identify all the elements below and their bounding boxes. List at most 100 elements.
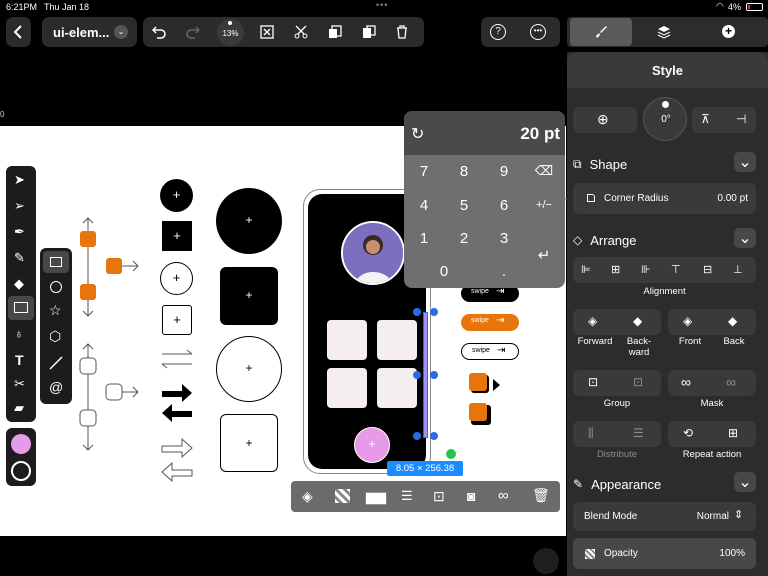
swipe-pill-outline[interactable]: swipe ⇥ xyxy=(461,343,519,360)
help-icon[interactable]: ? xyxy=(490,24,506,40)
key-4[interactable]: 4 xyxy=(409,197,439,214)
copy-icon[interactable] xyxy=(328,25,342,39)
grid-tile[interactable] xyxy=(377,368,417,408)
backward-icon[interactable]: ◆ xyxy=(633,314,642,328)
key-3[interactable]: 3 xyxy=(489,230,519,247)
backspace-icon[interactable]: ⌫ xyxy=(529,163,559,179)
swap-arrows-outline[interactable] xyxy=(160,436,194,484)
arrange-section-header[interactable]: ◇ Arrange ⌄ xyxy=(573,228,756,252)
paste-icon[interactable] xyxy=(362,25,376,39)
arrow-group-1[interactable] xyxy=(70,216,140,326)
key-1[interactable]: 1 xyxy=(409,230,439,247)
grid-tile[interactable] xyxy=(377,320,417,360)
front-icon[interactable]: ◈ xyxy=(683,314,692,328)
rectangle-tool[interactable] xyxy=(8,296,34,320)
key-7[interactable]: 7 xyxy=(409,163,439,180)
corner-icon[interactable]: ◙ xyxy=(467,488,475,504)
swipe-pill-orange[interactable]: swipe ⇥ xyxy=(461,314,519,331)
layers-icon[interactable]: ◈ xyxy=(302,488,313,505)
distribute-vertical-icon[interactable]: ☰ xyxy=(633,426,644,440)
trash-icon[interactable]: 🗑 xyxy=(532,487,550,504)
mask-icon[interactable]: ∞ xyxy=(498,487,509,504)
key-0[interactable]: 0 xyxy=(429,263,459,280)
line-icon[interactable] xyxy=(49,356,63,370)
key-9[interactable]: 9 xyxy=(489,163,519,180)
shape-section-header[interactable]: ⧉ Shape ⌄ xyxy=(573,152,756,176)
repeat-icon[interactable]: ⟲ xyxy=(683,426,693,440)
scroll-knob[interactable] xyxy=(533,548,559,574)
align-center-icon[interactable]: ⊞ xyxy=(611,263,620,276)
align-bottom-icon[interactable]: ⊥ xyxy=(733,263,743,276)
back-button[interactable] xyxy=(6,17,31,47)
swap-arrows-bold[interactable] xyxy=(160,381,194,425)
stack-icon[interactable]: ☰ xyxy=(401,488,413,504)
back-icon[interactable]: ◆ xyxy=(728,314,737,328)
key-6[interactable]: 6 xyxy=(489,197,519,214)
grid-tile[interactable] xyxy=(327,368,367,408)
rotate-handle[interactable] xyxy=(446,449,456,459)
large-square-outline[interactable]: + xyxy=(220,414,278,472)
redo-icon[interactable] xyxy=(186,25,200,39)
fill-color-swatch[interactable] xyxy=(11,434,31,454)
stroke-color-swatch[interactable] xyxy=(11,461,31,481)
align-top-icon[interactable]: ⊤ xyxy=(671,263,681,276)
rotation-dial[interactable]: 0° xyxy=(643,97,687,141)
brush-tool-icon[interactable]: ✎ xyxy=(14,250,25,266)
key-2[interactable]: 2 xyxy=(449,230,479,247)
undo-icon[interactable] xyxy=(152,25,166,39)
hexagon-icon[interactable]: ⬡ xyxy=(49,328,61,345)
arrow-group-2[interactable] xyxy=(76,342,140,452)
swap-arrows-thin[interactable] xyxy=(160,348,194,370)
trash-icon[interactable] xyxy=(395,25,409,39)
frames-icon[interactable]: ▆▆ xyxy=(366,489,386,505)
shape-rectangle[interactable] xyxy=(43,251,69,273)
tab-style[interactable] xyxy=(570,18,632,46)
large-circle-black[interactable]: + xyxy=(216,188,282,254)
flip-horizontal-icon[interactable]: ⊣ xyxy=(736,112,746,126)
flip-vertical-icon[interactable]: ⊼ xyxy=(701,112,710,126)
eraser-tool-icon[interactable]: ▰ xyxy=(14,400,24,416)
text-tool-icon[interactable]: T xyxy=(15,352,24,368)
transform-icon[interactable]: ⊡ xyxy=(433,488,445,505)
reset-icon[interactable]: ↻ xyxy=(411,124,424,144)
forward-icon[interactable]: ◈ xyxy=(588,314,597,328)
circle-button-black[interactable]: + xyxy=(160,179,193,212)
key-5[interactable]: 5 xyxy=(449,197,479,214)
align-left-icon[interactable]: ⊫ xyxy=(581,263,591,276)
move-button[interactable]: ⊕ xyxy=(573,107,637,133)
more-icon[interactable]: ••• xyxy=(530,24,546,40)
repeat-add-icon[interactable]: ⊞ xyxy=(728,426,738,440)
star-icon[interactable]: ☆ xyxy=(49,302,62,319)
scissors-tool-icon[interactable]: ✂ xyxy=(14,376,25,392)
orange-squares[interactable] xyxy=(467,371,503,431)
multitasking-dots-icon[interactable]: ••• xyxy=(376,0,388,10)
key-decimal[interactable]: . xyxy=(489,263,519,280)
group-icon[interactable]: ⊡ xyxy=(588,375,598,389)
grid-tile[interactable] xyxy=(327,320,367,360)
selection-bounds[interactable] xyxy=(413,308,438,440)
fab-button[interactable]: + xyxy=(354,427,390,463)
unmask-icon[interactable]: ∞ xyxy=(726,374,736,390)
direct-select-icon[interactable]: ➢ xyxy=(14,198,25,214)
key-8[interactable]: 8 xyxy=(449,163,479,180)
square-button-black[interactable]: + xyxy=(162,221,192,251)
return-icon[interactable]: ↵ xyxy=(529,246,559,264)
zoom-indicator[interactable]: 13% xyxy=(217,19,244,46)
crop-select-icon[interactable] xyxy=(260,25,274,39)
spiral-icon[interactable]: @ xyxy=(49,379,63,395)
plus-minus-key[interactable]: +/− xyxy=(529,199,559,211)
select-arrow-icon[interactable]: ➤ xyxy=(14,172,25,188)
ellipse-icon[interactable] xyxy=(50,281,62,293)
distribute-horizontal-icon[interactable]: ⫼ xyxy=(588,426,594,441)
ungroup-icon[interactable]: ⊡ xyxy=(633,375,643,389)
layers-icon[interactable] xyxy=(657,25,671,39)
align-right-icon[interactable]: ⊪ xyxy=(641,263,651,276)
opacity-row[interactable]: Opacity 100% xyxy=(573,538,756,569)
document-menu[interactable]: ui-elem... ⌄ xyxy=(42,17,137,47)
appearance-section-header[interactable]: ✎ Appearance ⌄ xyxy=(573,472,756,496)
pen-tool-icon[interactable]: ✒ xyxy=(14,224,25,240)
circle-button-outline[interactable]: + xyxy=(160,262,193,295)
large-square-black[interactable]: + xyxy=(220,267,278,325)
corner-radius-row[interactable]: Corner Radius 0.00 pt xyxy=(573,183,756,214)
lasso-tool-icon[interactable]: ♁ xyxy=(14,326,24,341)
